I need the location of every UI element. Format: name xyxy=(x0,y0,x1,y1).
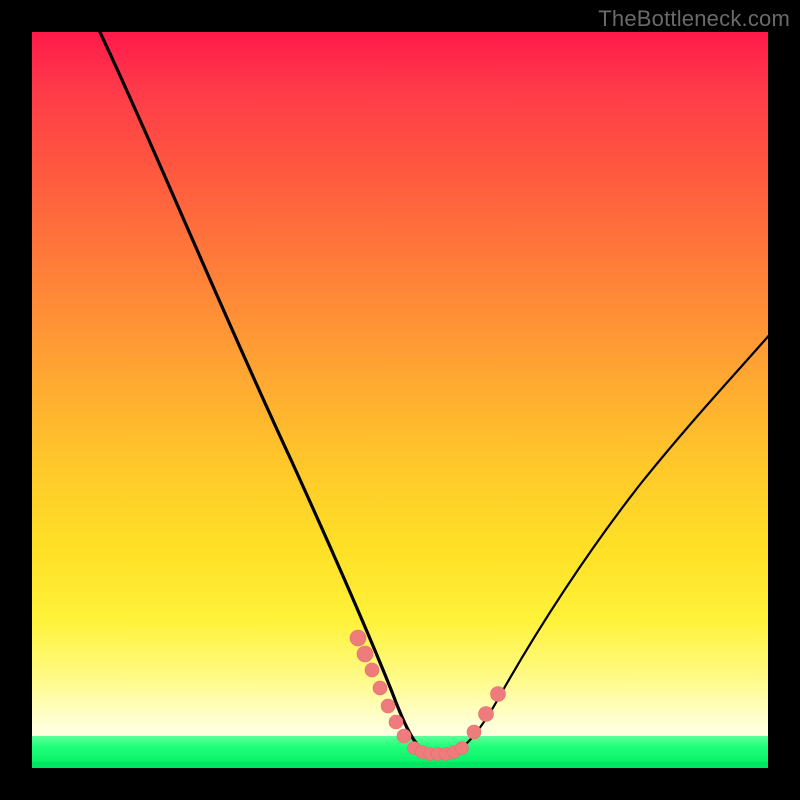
watermark-text: TheBottleneck.com xyxy=(598,6,790,32)
left-curve xyxy=(98,32,430,754)
plot-area xyxy=(32,32,768,768)
chart-svg xyxy=(32,32,768,768)
chart-frame: TheBottleneck.com xyxy=(0,0,800,800)
